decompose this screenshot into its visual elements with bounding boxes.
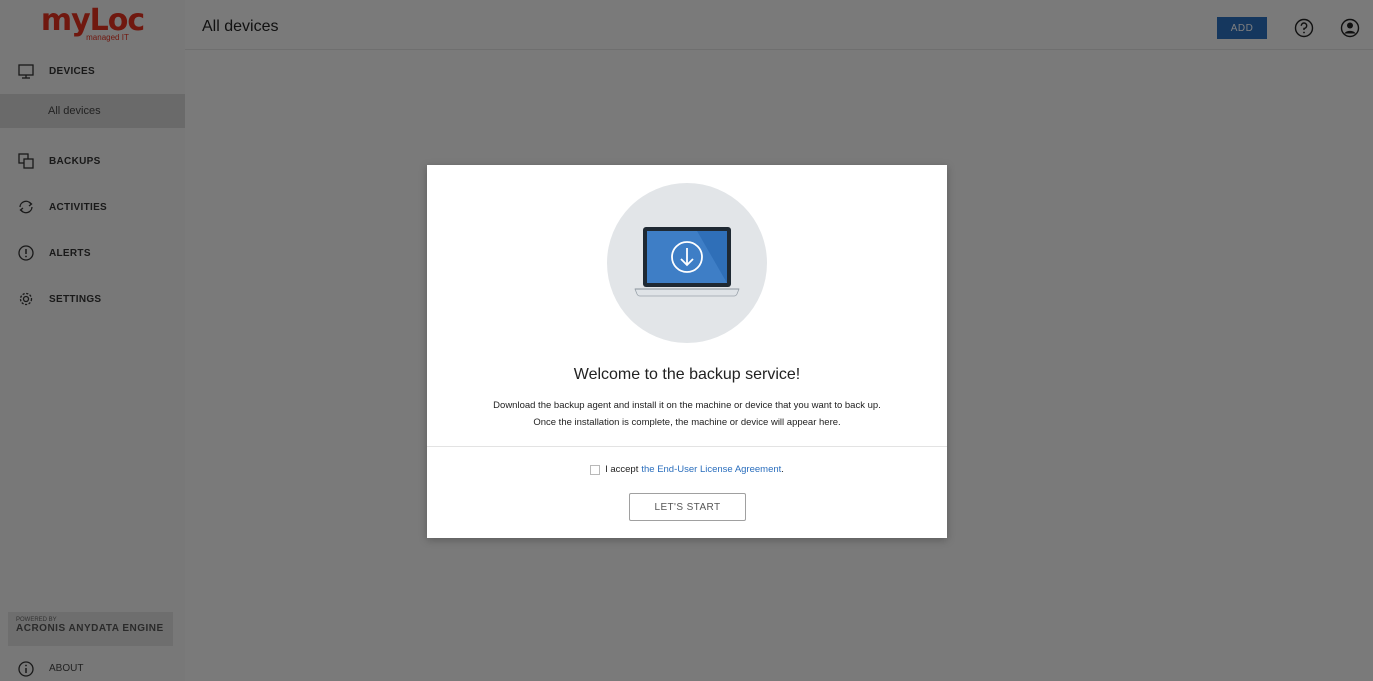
welcome-dialog: Welcome to the backup service! Download … [427, 165, 947, 538]
laptop-download-icon [634, 227, 740, 297]
accept-suffix: . [781, 464, 784, 475]
lets-start-button[interactable]: LET'S START [629, 493, 746, 521]
eula-accept-row: I accept the End-User License Agreement … [427, 464, 947, 475]
dialog-title: Welcome to the backup service! [573, 366, 801, 383]
divider [427, 446, 947, 447]
dialog-description: Download the backup agent and install it… [427, 397, 947, 431]
description-line-2: Once the installation is complete, the m… [533, 417, 841, 428]
laptop-download-illustration [607, 183, 767, 343]
description-line-1: Download the backup agent and install it… [493, 400, 881, 411]
eula-link[interactable]: the End-User License Agreement [641, 464, 781, 475]
eula-checkbox[interactable] [590, 464, 601, 475]
accept-prefix: I accept [605, 464, 639, 475]
